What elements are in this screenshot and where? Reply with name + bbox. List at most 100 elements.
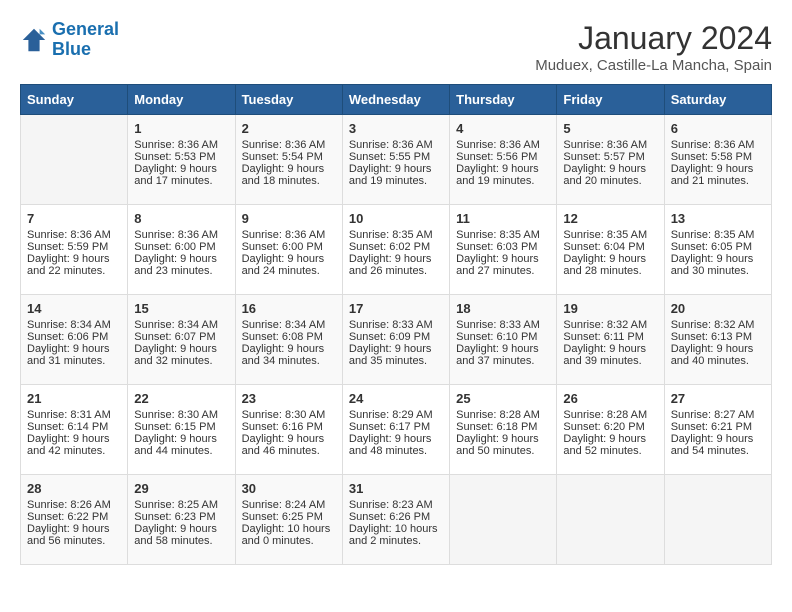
day-info: Sunrise: 8:29 AM: [349, 409, 443, 421]
calendar-cell: 31Sunrise: 8:23 AMSunset: 6:26 PMDayligh…: [342, 475, 449, 565]
day-info: Daylight: 9 hours: [456, 433, 550, 445]
day-info: Sunrise: 8:31 AM: [27, 409, 121, 421]
calendar-cell: 20Sunrise: 8:32 AMSunset: 6:13 PMDayligh…: [664, 295, 771, 385]
day-info: Sunrise: 8:28 AM: [456, 409, 550, 421]
day-info: and 0 minutes.: [242, 535, 336, 547]
day-info: and 27 minutes.: [456, 265, 550, 277]
day-info: Sunrise: 8:28 AM: [563, 409, 657, 421]
day-info: and 2 minutes.: [349, 535, 443, 547]
day-info: Daylight: 9 hours: [27, 433, 121, 445]
day-info: Sunrise: 8:33 AM: [349, 319, 443, 331]
day-info: and 18 minutes.: [242, 175, 336, 187]
day-info: and 26 minutes.: [349, 265, 443, 277]
week-row-2: 7 Sunrise: 8:36 AMSunset: 5:59 PM Daylight…: [21, 205, 772, 295]
calendar-cell: 29Sunrise: 8:25 AMSunset: 6:23 PMDayligh…: [128, 475, 235, 565]
day-info: Daylight: 9 hours: [242, 253, 336, 265]
day-info: Sunrise: 8:25 AM: [134, 499, 228, 511]
day-info: Daylight: 10 hours: [349, 523, 443, 535]
day-info: and 30 minutes.: [671, 265, 765, 277]
day-info: and 23 minutes.: [134, 265, 228, 277]
day-info: Sunrise: 8:34 AM: [134, 319, 228, 331]
day-info: Sunset: 6:02 PM: [349, 241, 443, 253]
day-info: and 19 minutes.: [349, 175, 443, 187]
day-info: Sunset: 6:17 PM: [349, 421, 443, 433]
day-number: 17: [349, 301, 443, 316]
day-info: Sunset: 6:09 PM: [349, 331, 443, 343]
day-info: Daylight: 9 hours: [349, 253, 443, 265]
day-info: Sunset: 6:07 PM: [134, 331, 228, 343]
day-number: 15: [134, 301, 228, 316]
day-info: and 21 minutes.: [671, 175, 765, 187]
day-info: Daylight: 9 hours: [349, 343, 443, 355]
day-info: Sunset: 5:53 PM: [134, 151, 228, 163]
day-number: 7: [27, 211, 121, 226]
day-info: Daylight: 9 hours: [671, 253, 765, 265]
day-info: Sunset: 5:58 PM: [671, 151, 765, 163]
day-info: Daylight: 9 hours: [27, 523, 121, 535]
calendar-cell: 9Sunrise: 8:36 AMSunset: 6:00 PMDaylight…: [235, 205, 342, 295]
day-info: and 32 minutes.: [134, 355, 228, 367]
day-number: 31: [349, 481, 443, 496]
calendar-cell: 11Sunrise: 8:35 AMSunset: 6:03 PMDayligh…: [450, 205, 557, 295]
day-info: and 44 minutes.: [134, 445, 228, 457]
day-info: Sunrise: 8:30 AM: [134, 409, 228, 421]
day-info: and 56 minutes.: [27, 535, 121, 547]
page-header: General Blue January 2024 Muduex, Castil…: [20, 20, 772, 74]
calendar-cell: [450, 475, 557, 565]
day-info: Sunrise: 8:34 AM: [242, 319, 336, 331]
day-header-wednesday: Wednesday: [342, 85, 449, 115]
day-info: Daylight: 9 hours: [563, 343, 657, 355]
day-info: Sunset: 6:22 PM: [27, 511, 121, 523]
calendar-cell: 28Sunrise: 8:26 AMSunset: 6:22 PMDayligh…: [21, 475, 128, 565]
day-info: Sunset: 6:25 PM: [242, 511, 336, 523]
day-header-thursday: Thursday: [450, 85, 557, 115]
calendar-cell: 3Sunrise: 8:36 AMSunset: 5:55 PMDaylight…: [342, 115, 449, 205]
day-header-tuesday: Tuesday: [235, 85, 342, 115]
day-info: Daylight: 9 hours: [134, 163, 228, 175]
month-title: January 2024: [535, 20, 772, 57]
day-number: 14: [27, 301, 121, 316]
day-number: 19: [563, 301, 657, 316]
day-info: Sunset: 6:10 PM: [456, 331, 550, 343]
logo-line1: General: [52, 19, 119, 39]
logo-text: General Blue: [52, 20, 119, 60]
week-row-4: 21Sunrise: 8:31 AMSunset: 6:14 PMDayligh…: [21, 385, 772, 475]
calendar-cell: 26Sunrise: 8:28 AMSunset: 6:20 PMDayligh…: [557, 385, 664, 475]
day-info: Daylight: 9 hours: [349, 433, 443, 445]
day-number: 24: [349, 391, 443, 406]
day-info: Sunrise: 8:36 AM: [27, 229, 121, 241]
day-info: Sunrise: 8:36 AM: [671, 139, 765, 151]
logo: General Blue: [20, 20, 119, 60]
calendar-cell: 8Sunrise: 8:36 AMSunset: 6:00 PMDaylight…: [128, 205, 235, 295]
day-info: and 54 minutes.: [671, 445, 765, 457]
day-info: Daylight: 9 hours: [242, 433, 336, 445]
week-row-1: 1Sunrise: 8:36 AMSunset: 5:53 PMDaylight…: [21, 115, 772, 205]
day-number: 16: [242, 301, 336, 316]
day-info: and 20 minutes.: [563, 175, 657, 187]
day-info: and 34 minutes.: [242, 355, 336, 367]
day-info: Sunrise: 8:35 AM: [671, 229, 765, 241]
calendar-cell: 1Sunrise: 8:36 AMSunset: 5:53 PMDaylight…: [128, 115, 235, 205]
day-info: Sunset: 5:59 PM: [27, 241, 121, 253]
day-number: 9: [242, 211, 336, 226]
day-info: and 35 minutes.: [349, 355, 443, 367]
day-number: 3: [349, 121, 443, 136]
day-info: Sunrise: 8:30 AM: [242, 409, 336, 421]
day-info: Daylight: 9 hours: [134, 343, 228, 355]
day-info: Sunset: 6:06 PM: [27, 331, 121, 343]
day-info: Sunrise: 8:27 AM: [671, 409, 765, 421]
calendar-cell: 2Sunrise: 8:36 AMSunset: 5:54 PMDaylight…: [235, 115, 342, 205]
day-info: Sunset: 6:26 PM: [349, 511, 443, 523]
day-info: Sunset: 5:55 PM: [349, 151, 443, 163]
day-info: and 22 minutes.: [27, 265, 121, 277]
calendar-cell: 13Sunrise: 8:35 AMSunset: 6:05 PMDayligh…: [664, 205, 771, 295]
day-info: Sunset: 6:15 PM: [134, 421, 228, 433]
day-header-friday: Friday: [557, 85, 664, 115]
day-info: Sunset: 6:16 PM: [242, 421, 336, 433]
day-info: Sunset: 6:21 PM: [671, 421, 765, 433]
day-info: and 28 minutes.: [563, 265, 657, 277]
day-info: Daylight: 9 hours: [456, 163, 550, 175]
day-info: Sunset: 6:20 PM: [563, 421, 657, 433]
day-info: and 46 minutes.: [242, 445, 336, 457]
day-info: and 19 minutes.: [456, 175, 550, 187]
